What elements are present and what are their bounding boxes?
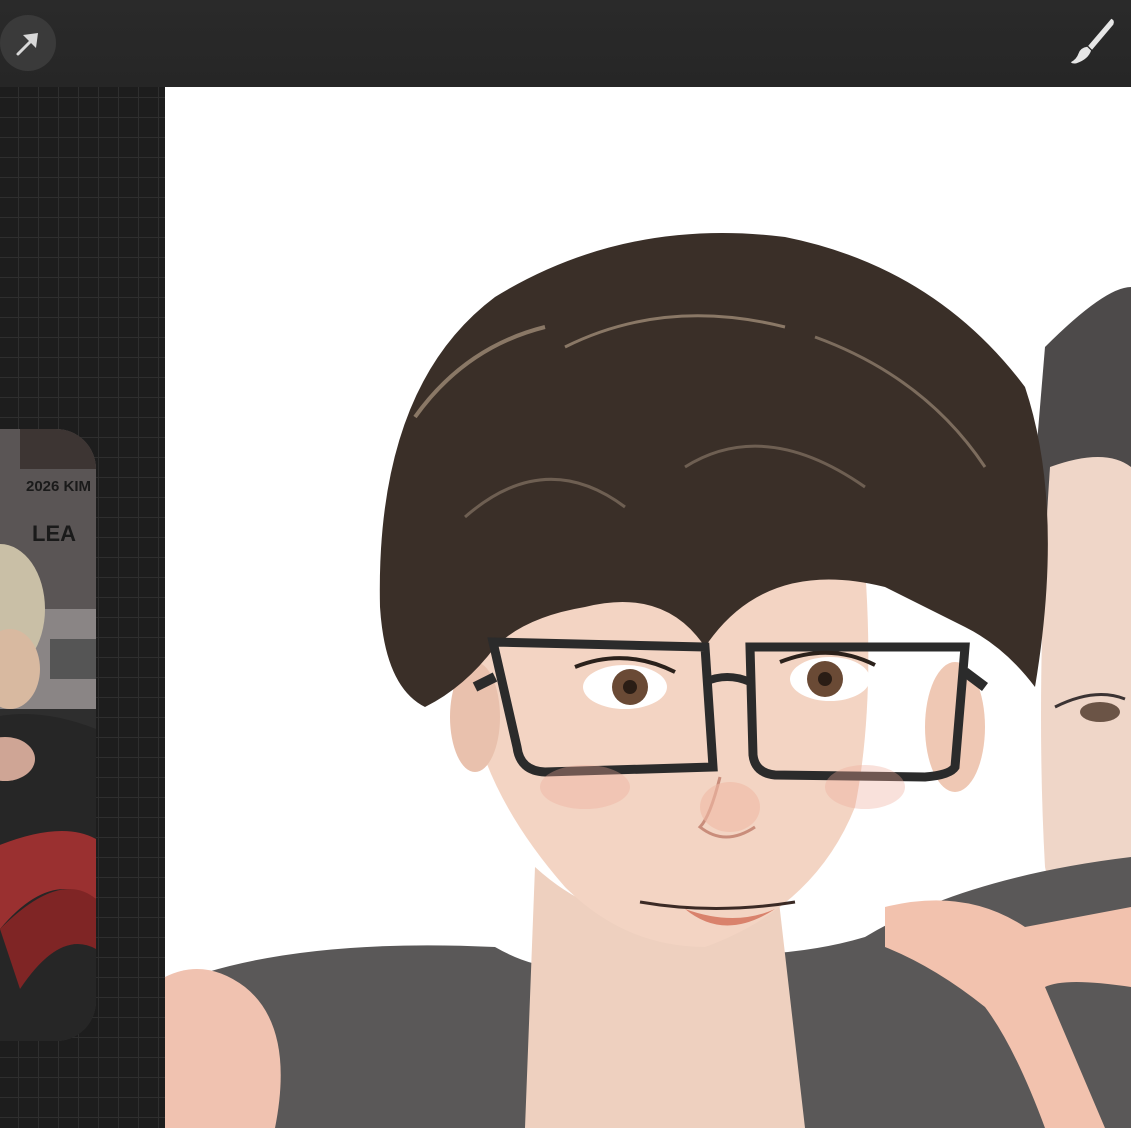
- drawing-canvas[interactable]: [165, 87, 1131, 1128]
- canvas-grid-background: 2026 KIM LEA: [0, 87, 165, 1128]
- paintbrush-icon: [1070, 18, 1114, 64]
- reference-photo: 2026 KIM LEA: [0, 429, 96, 1041]
- transform-button[interactable]: [0, 15, 56, 71]
- transform-arrow-icon: [16, 33, 38, 56]
- svg-text:2026 KIM: 2026 KIM: [26, 478, 91, 495]
- character-illustration: [165, 87, 1131, 1128]
- svg-text:LEA: LEA: [32, 521, 76, 546]
- brush-button[interactable]: [1065, 13, 1121, 69]
- reference-photo-window[interactable]: 2026 KIM LEA: [0, 429, 96, 1041]
- top-toolbar: [0, 0, 1131, 87]
